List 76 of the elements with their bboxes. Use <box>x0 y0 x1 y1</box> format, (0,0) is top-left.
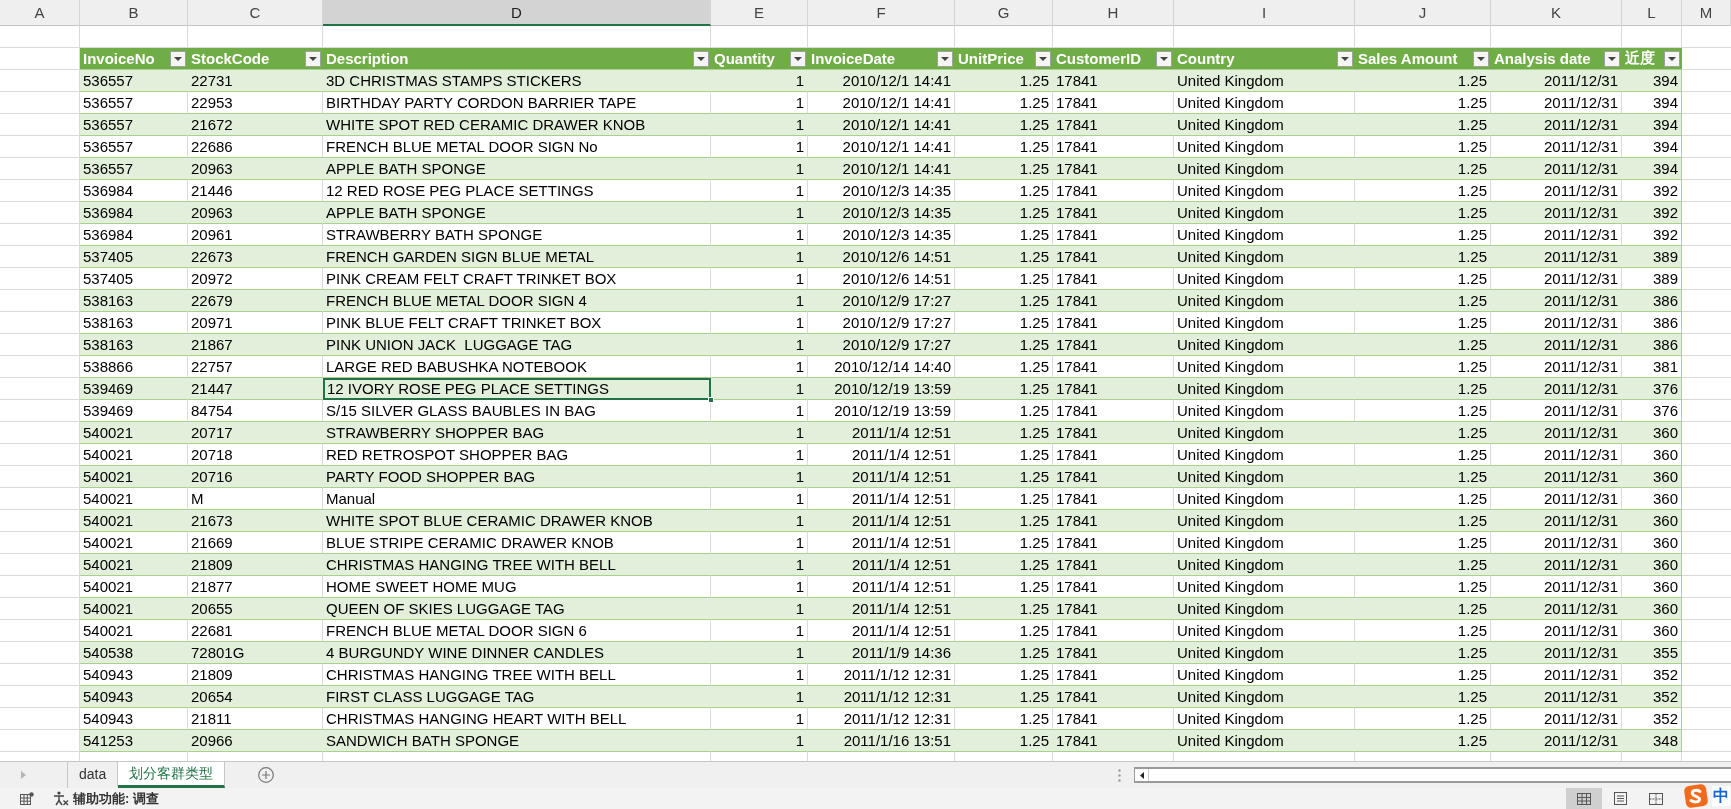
column-header[interactable]: F <box>808 0 955 26</box>
page-break-icon <box>1649 792 1663 805</box>
column-title: InvoiceNo <box>83 50 155 67</box>
accessibility-icon[interactable] <box>53 791 69 806</box>
table-cell: 20966 <box>188 730 323 752</box>
caret-icon <box>941 56 949 61</box>
column-header[interactable]: I <box>1174 0 1355 26</box>
filter-button[interactable] <box>170 50 186 67</box>
caret-icon <box>794 56 802 61</box>
column-title: 近度 <box>1625 49 1655 68</box>
caret-icon <box>1160 56 1168 61</box>
table-cell: 2011/1/16 13:51 <box>808 730 955 752</box>
caret-icon <box>1039 56 1047 61</box>
drag-handle-icon[interactable] <box>1118 768 1121 782</box>
table-cell: 348 <box>1622 730 1682 752</box>
filter-button[interactable] <box>1473 50 1489 67</box>
column-title: InvoiceDate <box>811 50 896 67</box>
filter-button[interactable] <box>1664 50 1680 67</box>
caret-icon <box>1668 56 1676 61</box>
caret-icon <box>174 56 182 61</box>
filter-button[interactable] <box>790 50 806 67</box>
filter-button[interactable] <box>937 50 953 67</box>
caret-icon <box>309 56 317 61</box>
column-title: Description <box>326 50 409 67</box>
column-header[interactable]: M <box>1682 0 1731 26</box>
column-header[interactable]: C <box>188 0 323 26</box>
add-icon <box>258 767 275 783</box>
table-cell: 12 IVORY ROSE PEG PLACE SETTINGS <box>323 378 711 400</box>
fill-handle[interactable] <box>708 397 714 403</box>
caret-right-icon <box>20 771 26 779</box>
table-cell: LARGE RED BABUSHKA NOTEBOOK <box>323 356 711 378</box>
normal-view-button[interactable] <box>1566 788 1602 809</box>
horizontal-scrollbar[interactable] <box>1134 767 1731 783</box>
column-header[interactable]: A <box>0 0 80 26</box>
logo-icon[interactable] <box>1683 783 1709 809</box>
sheet-tab[interactable]: 划分客群类型 <box>118 762 226 788</box>
column-title: UnitPrice <box>958 50 1024 67</box>
column-header[interactable]: D <box>323 0 711 26</box>
table-cell: 17841 <box>1053 730 1174 752</box>
column-header[interactable]: J <box>1355 0 1491 26</box>
caret-icon <box>1477 56 1485 61</box>
table-cell: United Kingdom <box>1174 730 1355 752</box>
table-cell: 1.25 <box>1355 730 1491 752</box>
column-title: StockCode <box>191 50 270 67</box>
table-cell: 1.25 <box>955 730 1053 752</box>
filter-button[interactable] <box>305 50 321 67</box>
column-header[interactable]: L <box>1622 0 1682 26</box>
page-icon <box>1613 792 1627 805</box>
table-cell: 541253 <box>80 730 188 752</box>
column-header[interactable]: H <box>1053 0 1174 26</box>
column-header[interactable]: B <box>80 0 188 26</box>
column-header[interactable]: E <box>711 0 808 26</box>
caret-icon <box>1608 56 1616 61</box>
filter-button[interactable] <box>1035 50 1051 67</box>
table-cell: 2011/12/31 <box>1491 730 1622 752</box>
column-title: CustomerID <box>1056 50 1141 67</box>
table-cell: SANDWICH BATH SPONGE <box>323 730 711 752</box>
column-header[interactable]: K <box>1491 0 1622 26</box>
column-header[interactable]: G <box>955 0 1053 26</box>
column-title: Country <box>1177 50 1235 67</box>
accessibility-status[interactable]: 辅助功能: 调查 <box>73 789 159 808</box>
filter-button[interactable] <box>1604 50 1620 67</box>
caret-icon <box>697 56 705 61</box>
grid-icon <box>1577 792 1591 805</box>
add-sheet-button[interactable] <box>256 765 277 785</box>
filter-button[interactable] <box>1156 50 1172 67</box>
table-cell: 1 <box>711 730 808 752</box>
caret-left-icon <box>1139 771 1144 779</box>
caret-icon <box>1341 56 1349 61</box>
filter-button[interactable] <box>693 50 709 67</box>
input-mode-label[interactable]: 中 <box>1712 786 1730 806</box>
column-title: Analysis date <box>1494 50 1591 67</box>
column-title: Quantity <box>714 50 775 67</box>
column-title: Sales Amount <box>1358 50 1458 67</box>
sheet-icon <box>20 792 34 805</box>
filter-button[interactable] <box>1337 50 1353 67</box>
